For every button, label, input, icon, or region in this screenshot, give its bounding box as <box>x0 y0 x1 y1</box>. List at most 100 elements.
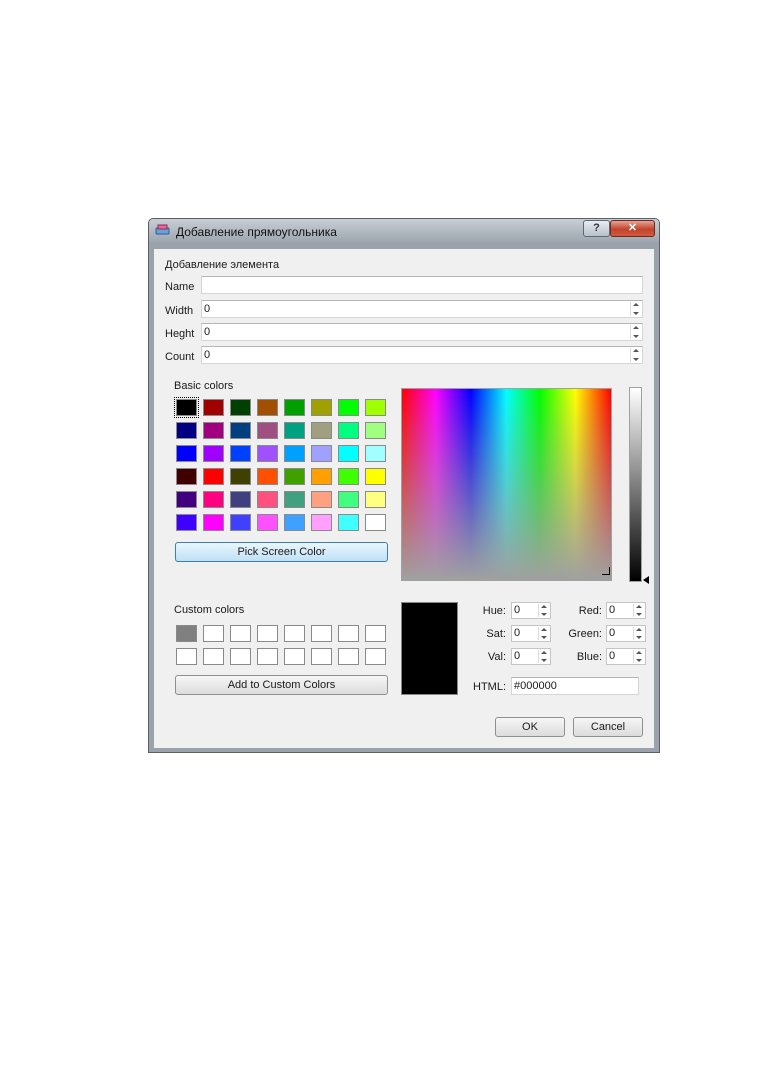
custom-color-swatch[interactable] <box>230 625 251 642</box>
custom-color-swatch[interactable] <box>203 625 224 642</box>
basic-color-swatch[interactable] <box>284 422 305 439</box>
basic-color-swatch[interactable] <box>230 399 251 416</box>
custom-color-swatch[interactable] <box>257 625 278 642</box>
height-field[interactable]: 0 <box>201 323 643 341</box>
basic-color-swatch[interactable] <box>311 468 332 485</box>
basic-color-swatch[interactable] <box>257 422 278 439</box>
sat-field[interactable]: 0 <box>511 625 551 642</box>
width-field[interactable]: 0 <box>201 300 643 318</box>
basic-color-swatch[interactable] <box>257 514 278 531</box>
custom-color-swatch[interactable] <box>338 625 359 642</box>
basic-color-swatch[interactable] <box>284 468 305 485</box>
custom-color-swatch[interactable] <box>176 648 197 665</box>
basic-color-swatch[interactable] <box>257 445 278 462</box>
basic-color-swatch[interactable] <box>311 445 332 462</box>
sat-spinner[interactable] <box>538 627 549 640</box>
basic-color-swatch[interactable] <box>176 514 197 531</box>
custom-color-swatch[interactable] <box>365 648 386 665</box>
dialog-body: Добавление элемента Name Width 0 Heght 0… <box>154 249 654 748</box>
add-custom-colors-button[interactable]: Add to Custom Colors <box>175 675 388 695</box>
basic-color-swatch[interactable] <box>284 491 305 508</box>
basic-color-swatch[interactable] <box>284 399 305 416</box>
custom-color-swatch[interactable] <box>311 625 332 642</box>
custom-color-swatch[interactable] <box>230 648 251 665</box>
hue-spinner[interactable] <box>538 604 549 617</box>
basic-color-swatch[interactable] <box>311 514 332 531</box>
basic-color-swatch[interactable] <box>230 491 251 508</box>
basic-color-swatch[interactable] <box>338 399 359 416</box>
basic-color-swatch[interactable] <box>365 445 386 462</box>
ok-button[interactable]: OK <box>495 717 565 737</box>
val-value: 0 <box>514 650 521 662</box>
green-spinner[interactable] <box>633 627 644 640</box>
custom-colors-label: Custom colors <box>174 604 245 616</box>
val-field[interactable]: 0 <box>511 648 551 665</box>
luminance-slider[interactable] <box>629 387 642 582</box>
basic-color-swatch[interactable] <box>174 397 199 418</box>
basic-color-swatch[interactable] <box>230 468 251 485</box>
width-spinner[interactable] <box>630 302 641 316</box>
basic-color-swatch[interactable] <box>230 445 251 462</box>
basic-color-swatch[interactable] <box>365 514 386 531</box>
val-spinner[interactable] <box>538 650 549 663</box>
basic-color-swatch[interactable] <box>365 422 386 439</box>
html-field[interactable]: #000000 <box>511 677 639 695</box>
basic-color-swatch[interactable] <box>203 468 224 485</box>
basic-color-swatch[interactable] <box>311 422 332 439</box>
basic-color-swatch[interactable] <box>284 514 305 531</box>
custom-color-swatch[interactable] <box>257 648 278 665</box>
custom-color-swatch[interactable] <box>203 648 224 665</box>
custom-color-swatch[interactable] <box>311 648 332 665</box>
basic-color-swatch[interactable] <box>338 468 359 485</box>
custom-color-swatch[interactable] <box>284 648 305 665</box>
green-value: 0 <box>609 627 616 639</box>
current-color-preview <box>401 602 458 695</box>
color-spectrum[interactable] <box>401 388 612 581</box>
red-field[interactable]: 0 <box>606 602 646 619</box>
basic-color-swatch[interactable] <box>365 468 386 485</box>
basic-color-swatch[interactable] <box>338 445 359 462</box>
close-button[interactable]: ✕ <box>610 220 655 237</box>
basic-color-swatch[interactable] <box>257 399 278 416</box>
name-field[interactable] <box>201 276 643 294</box>
basic-color-swatch[interactable] <box>365 491 386 508</box>
count-field[interactable]: 0 <box>201 346 643 364</box>
basic-color-swatch[interactable] <box>365 399 386 416</box>
height-spinner[interactable] <box>630 325 641 339</box>
title-bar[interactable]: Добавление прямоугольника ? ✕ <box>149 219 659 242</box>
basic-color-swatch[interactable] <box>230 422 251 439</box>
basic-color-swatch[interactable] <box>203 399 224 416</box>
basic-color-swatch[interactable] <box>284 445 305 462</box>
basic-color-swatch[interactable] <box>257 468 278 485</box>
help-button[interactable]: ? <box>583 220 610 237</box>
red-spinner[interactable] <box>633 604 644 617</box>
basic-color-swatch[interactable] <box>203 514 224 531</box>
val-label: Val: <box>487 651 506 663</box>
basic-color-swatch[interactable] <box>176 491 197 508</box>
basic-color-swatch[interactable] <box>203 422 224 439</box>
green-field[interactable]: 0 <box>606 625 646 642</box>
basic-color-swatch[interactable] <box>230 514 251 531</box>
hue-field[interactable]: 0 <box>511 602 551 619</box>
basic-color-swatch[interactable] <box>311 491 332 508</box>
pick-screen-color-button[interactable]: Pick Screen Color <box>175 542 388 562</box>
cancel-button[interactable]: Cancel <box>573 717 643 737</box>
basic-color-swatch[interactable] <box>176 468 197 485</box>
blue-field[interactable]: 0 <box>606 648 646 665</box>
custom-color-swatch[interactable] <box>284 625 305 642</box>
custom-color-swatch[interactable] <box>365 625 386 642</box>
basic-color-swatch[interactable] <box>203 491 224 508</box>
custom-color-swatch[interactable] <box>338 648 359 665</box>
basic-color-swatch[interactable] <box>338 422 359 439</box>
basic-color-swatch[interactable] <box>257 491 278 508</box>
basic-color-swatch[interactable] <box>203 445 224 462</box>
basic-color-swatch[interactable] <box>176 445 197 462</box>
blue-spinner[interactable] <box>633 650 644 663</box>
basic-color-swatch[interactable] <box>176 422 197 439</box>
luminance-arrow-icon[interactable] <box>643 576 649 584</box>
count-spinner[interactable] <box>630 348 641 362</box>
basic-color-swatch[interactable] <box>338 514 359 531</box>
custom-color-swatch[interactable] <box>176 625 197 642</box>
basic-color-swatch[interactable] <box>338 491 359 508</box>
basic-color-swatch[interactable] <box>311 399 332 416</box>
